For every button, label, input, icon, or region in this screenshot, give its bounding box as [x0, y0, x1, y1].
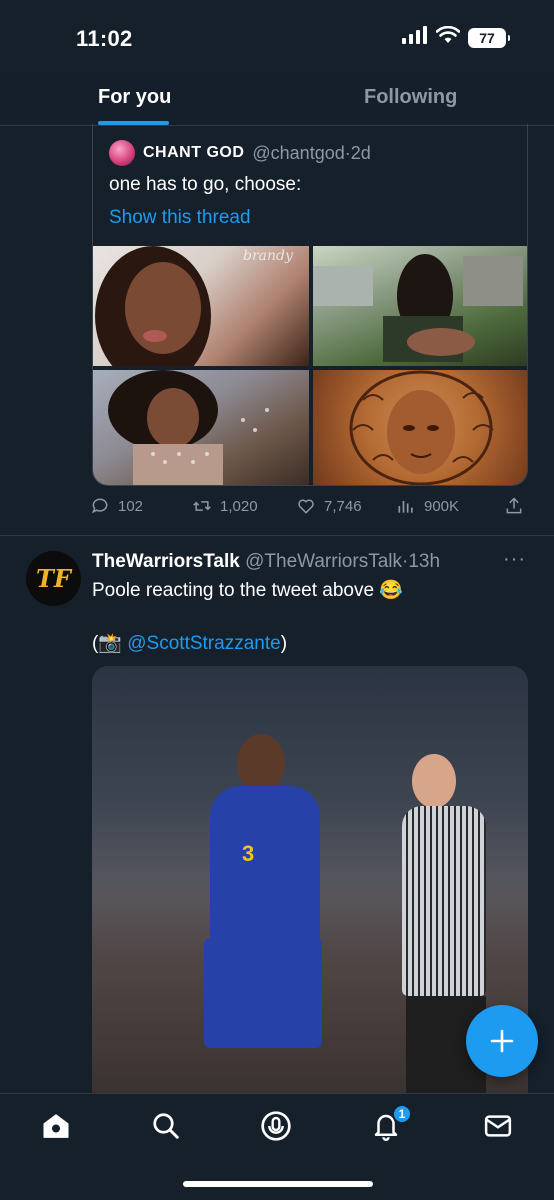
photo-credit: (📸 @ScottStrazzante) — [92, 631, 287, 655]
tweet-text: Poole reacting to the tweet above 😂 — [92, 580, 403, 601]
nav-spaces[interactable] — [260, 1110, 292, 1142]
tweet-author-name[interactable]: TheWarriorsTalk — [92, 551, 240, 572]
tweet-divider — [0, 535, 554, 536]
views-button[interactable]: 900K — [396, 496, 459, 516]
media-image-1[interactable]: brandy — [93, 246, 309, 366]
tweet-author-handle[interactable]: @TheWarriorsTalk — [245, 551, 402, 572]
views-count: 900K — [424, 497, 460, 515]
search-icon — [153, 1113, 179, 1139]
quoted-handle-text: @chantgod — [252, 142, 345, 163]
home-icon — [43, 1114, 69, 1138]
compose-tweet-button[interactable] — [466, 1005, 538, 1077]
share-icon — [506, 497, 522, 514]
media-image-3[interactable] — [93, 370, 309, 485]
tab-following[interactable]: Following — [364, 86, 457, 109]
plus-icon — [490, 1029, 514, 1053]
reply-count: 102 — [118, 497, 144, 515]
avatar-logo-letters: TF — [36, 564, 71, 593]
home-indicator-bar — [183, 1181, 373, 1187]
more-options-icon[interactable]: ··· — [503, 548, 526, 571]
player-jersey — [210, 786, 320, 946]
notifications-badge: 1 — [392, 1104, 412, 1124]
media-image-2[interactable] — [313, 246, 527, 366]
quoted-time: 2d — [350, 142, 371, 163]
share-button[interactable] — [504, 496, 524, 516]
referee-shirt — [402, 806, 486, 996]
retweet-count: 1,020 — [220, 497, 258, 515]
quoted-tweet-header: CHANT GOD @chantgod·2d — [109, 140, 371, 166]
media-grid: brandy — [93, 246, 527, 485]
player-head — [237, 734, 285, 792]
credit-close: ) — [280, 633, 288, 654]
tweet-header: TheWarriorsTalk @TheWarriorsTalk·13h — [92, 551, 440, 573]
like-count: 7,746 — [324, 497, 362, 515]
reply-button[interactable]: 102 — [90, 496, 143, 516]
brandy-caption: brandy — [243, 248, 294, 264]
quoted-tweet-card[interactable]: CHANT GOD @chantgod·2d one has to go, ch… — [92, 124, 528, 486]
status-time: 11:02 — [76, 26, 133, 51]
tweet-photo[interactable]: 3 — [92, 666, 528, 1096]
media-image-4[interactable] — [313, 370, 527, 485]
battery-indicator: 77 — [468, 27, 510, 48]
tweet-actions: 102 1,020 7,746 900K — [90, 496, 530, 520]
reply-icon — [91, 498, 108, 514]
like-button[interactable]: 7,746 — [296, 496, 362, 516]
nav-home[interactable] — [40, 1110, 72, 1142]
tweet-time: 13h — [408, 551, 441, 572]
spaces-icon — [261, 1111, 291, 1141]
retweet-icon — [193, 501, 211, 511]
jersey-number: 3 — [242, 841, 255, 866]
referee-head — [412, 754, 456, 808]
quoted-user-avatar[interactable] — [109, 140, 135, 166]
tab-for-you[interactable]: For you — [98, 86, 171, 109]
player-shorts — [204, 938, 322, 1048]
messages-envelope-icon — [484, 1115, 512, 1137]
status-bar: 11:02 77 — [0, 0, 554, 70]
quoted-tweet-text: one has to go, choose: — [109, 174, 302, 195]
nav-messages[interactable] — [482, 1110, 514, 1142]
credit-open: (📸 — [92, 633, 128, 654]
timeline-tabs: For you Following — [0, 70, 554, 126]
heart-icon — [298, 499, 314, 514]
warriorstalk-avatar[interactable]: TF — [26, 551, 81, 606]
nav-search[interactable] — [150, 1110, 182, 1142]
quoted-user-handle: @chantgod·2d — [252, 143, 370, 164]
credit-mention-link[interactable]: @ScottStrazzante — [127, 633, 280, 654]
wifi-icon — [435, 25, 461, 49]
show-thread-link[interactable]: Show this thread — [109, 207, 251, 229]
views-chart-icon — [398, 501, 413, 513]
status-icons: 77 — [402, 25, 510, 49]
cellular-signal-icon — [402, 26, 428, 49]
quoted-user-name[interactable]: CHANT GOD — [143, 144, 244, 162]
retweet-button[interactable]: 1,020 — [192, 496, 258, 516]
